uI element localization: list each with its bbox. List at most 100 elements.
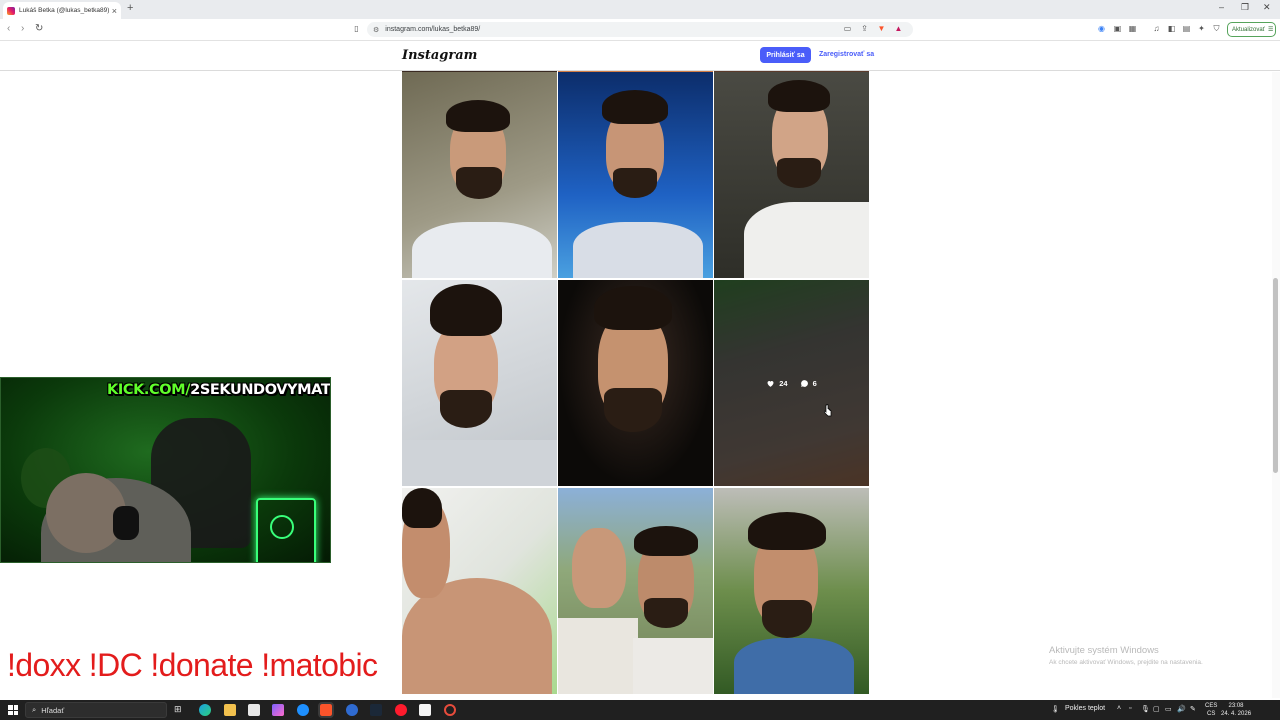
post-photo [446, 100, 510, 132]
weather-text[interactable]: Pokles teplot [1065, 705, 1105, 712]
minimize-button[interactable]: – [1219, 2, 1224, 12]
post-photo [744, 202, 869, 278]
heart-icon [767, 380, 774, 387]
post-thumbnail[interactable] [558, 280, 713, 486]
browser-toolbar: ‹ › ↻ ▯ ⚙ instagram.com/lukas_betka89/ ▭… [0, 19, 1280, 41]
audio-playing-icon[interactable]: ◉ [1097, 24, 1106, 33]
post-photo [573, 222, 703, 278]
app-icon[interactable] [272, 704, 284, 716]
weather-icon: 🌡 [1051, 706, 1060, 713]
scrollbar-thumb[interactable] [1273, 278, 1278, 473]
update-button[interactable]: Aktualizovať ☰ [1227, 22, 1276, 37]
app-icon[interactable] [444, 704, 456, 716]
post-thumbnail[interactable] [714, 72, 869, 278]
post-photo [572, 528, 626, 608]
post-photo [644, 598, 688, 628]
post-photo [402, 488, 442, 528]
close-window-button[interactable]: ✕ [1263, 2, 1271, 13]
sidebar-icon[interactable]: ◧ [1167, 24, 1176, 33]
post-thumbnail[interactable] [402, 72, 557, 278]
post-thumbnail[interactable] [714, 488, 869, 694]
reload-icon[interactable]: ↻ [35, 23, 43, 34]
instagram-logo[interactable]: Instagram [402, 48, 477, 63]
cast-icon[interactable]: ▭ [843, 24, 852, 33]
post-photo [634, 526, 698, 556]
login-button[interactable]: Prihlásiť sa [760, 47, 811, 63]
post-thumbnail[interactable] [402, 488, 557, 694]
webcam-overlay: KICK.COM/2SEKUNDOVYMATO [0, 377, 331, 563]
steam-icon[interactable] [370, 704, 382, 716]
site-info-icon[interactable]: ⚙ [373, 26, 379, 34]
address-bar[interactable]: ⚙ instagram.com/lukas_betka89/ [367, 22, 913, 37]
start-button-icon[interactable] [8, 705, 18, 715]
file-explorer-icon[interactable] [224, 704, 236, 716]
obs-icon[interactable] [419, 704, 431, 716]
post-photo [762, 600, 812, 638]
bookmark-icon[interactable]: ▯ [352, 24, 361, 33]
windows-activation-watermark: Aktivujte systém Windows Ak chcete aktiv… [1049, 645, 1203, 666]
windows-taskbar: ⌕ Hľadať ⊞ 🌡 Pokles teplot ˄ ▫ 🎙 ▢ ▭ 🔊 ✎… [0, 700, 1280, 720]
media-icon[interactable]: ♫ [1152, 24, 1161, 33]
post-photo [768, 80, 830, 112]
task-view-icon[interactable]: ⊞ [174, 704, 186, 716]
edge-icon[interactable] [199, 704, 211, 716]
leo-ai-icon[interactable]: ✦ [1197, 24, 1206, 33]
taskbar-search[interactable]: ⌕ Hľadať [25, 702, 167, 718]
browser-tab[interactable]: Lukáš Betka (@lukas_betka89) · × [3, 2, 121, 19]
opera-icon[interactable] [395, 704, 407, 716]
likes-count: 24 [766, 379, 788, 388]
comments-count: 6 [800, 379, 817, 388]
vpn-icon[interactable]: ⛉ [1212, 24, 1221, 33]
extension-icon[interactable]: ▣ [1113, 24, 1122, 33]
post-photo [412, 222, 552, 278]
post-grid: 24 6 [402, 72, 870, 696]
post-photo [456, 167, 502, 199]
extension-2-icon[interactable]: ▦ [1128, 24, 1137, 33]
post-hover-overlay[interactable]: 24 6 [714, 280, 869, 486]
forward-icon[interactable]: › [21, 23, 24, 34]
hand-cursor-icon [823, 404, 832, 417]
post-photo [613, 168, 657, 198]
post-photo [734, 638, 854, 694]
comment-icon [800, 379, 808, 387]
wallet-icon[interactable]: ▤ [1182, 24, 1191, 33]
tray-overflow-icon[interactable]: ˄ [1117, 705, 1121, 712]
stream-commands-text: !doxx !DC !donate !matobic [7, 647, 378, 683]
taskbar-clock[interactable]: 23:08 24. 4. 2026 [1221, 702, 1251, 718]
restore-button[interactable]: ❐ [1241, 2, 1249, 13]
app-icon[interactable] [346, 704, 358, 716]
brave-browser-icon[interactable] [318, 702, 334, 718]
url-text: instagram.com/lukas_betka89/ [385, 26, 481, 33]
tab-title: Lukáš Betka (@lukas_betka89) · [19, 7, 109, 14]
app-icon[interactable] [297, 704, 309, 716]
post-photo [430, 284, 502, 336]
store-icon[interactable] [248, 704, 260, 716]
signup-link[interactable]: Zaregistrovať sa [819, 51, 874, 58]
post-thumbnail-hovered[interactable]: 24 6 [714, 280, 869, 486]
tab-close-icon[interactable]: × [112, 6, 117, 16]
post-photo [602, 90, 668, 124]
post-thumbnail[interactable] [402, 280, 557, 486]
headset-icon [113, 506, 139, 540]
tray-icon[interactable]: ▫ [1129, 705, 1131, 712]
webcam-photo [256, 498, 316, 562]
post-photo [440, 390, 492, 428]
back-icon[interactable]: ‹ [7, 23, 10, 34]
network-icon[interactable]: ▭ [1165, 705, 1172, 713]
language-indicator[interactable]: CES CS [1205, 702, 1217, 718]
volume-icon[interactable]: 🔊 [1177, 705, 1186, 713]
post-thumbnail[interactable] [558, 72, 713, 278]
post-thumbnail[interactable] [558, 488, 713, 694]
microphone-icon[interactable]: 🎙 [1141, 705, 1150, 713]
post-photo [594, 286, 672, 330]
share-icon[interactable]: ⇪ [860, 24, 869, 33]
browser-tab-strip: Lukáš Betka (@lukas_betka89) · × + – ❐ ✕ [0, 0, 1280, 19]
post-photo [777, 158, 821, 188]
brave-rewards-icon[interactable]: ▲ [894, 24, 903, 33]
pen-icon[interactable]: ✎ [1190, 705, 1196, 713]
new-tab-button[interactable]: + [127, 2, 133, 14]
brave-shields-icon[interactable]: ▼ [877, 24, 886, 33]
post-photo [402, 440, 557, 486]
instagram-favicon-icon [7, 6, 15, 15]
tray-icon[interactable]: ▢ [1153, 705, 1160, 713]
